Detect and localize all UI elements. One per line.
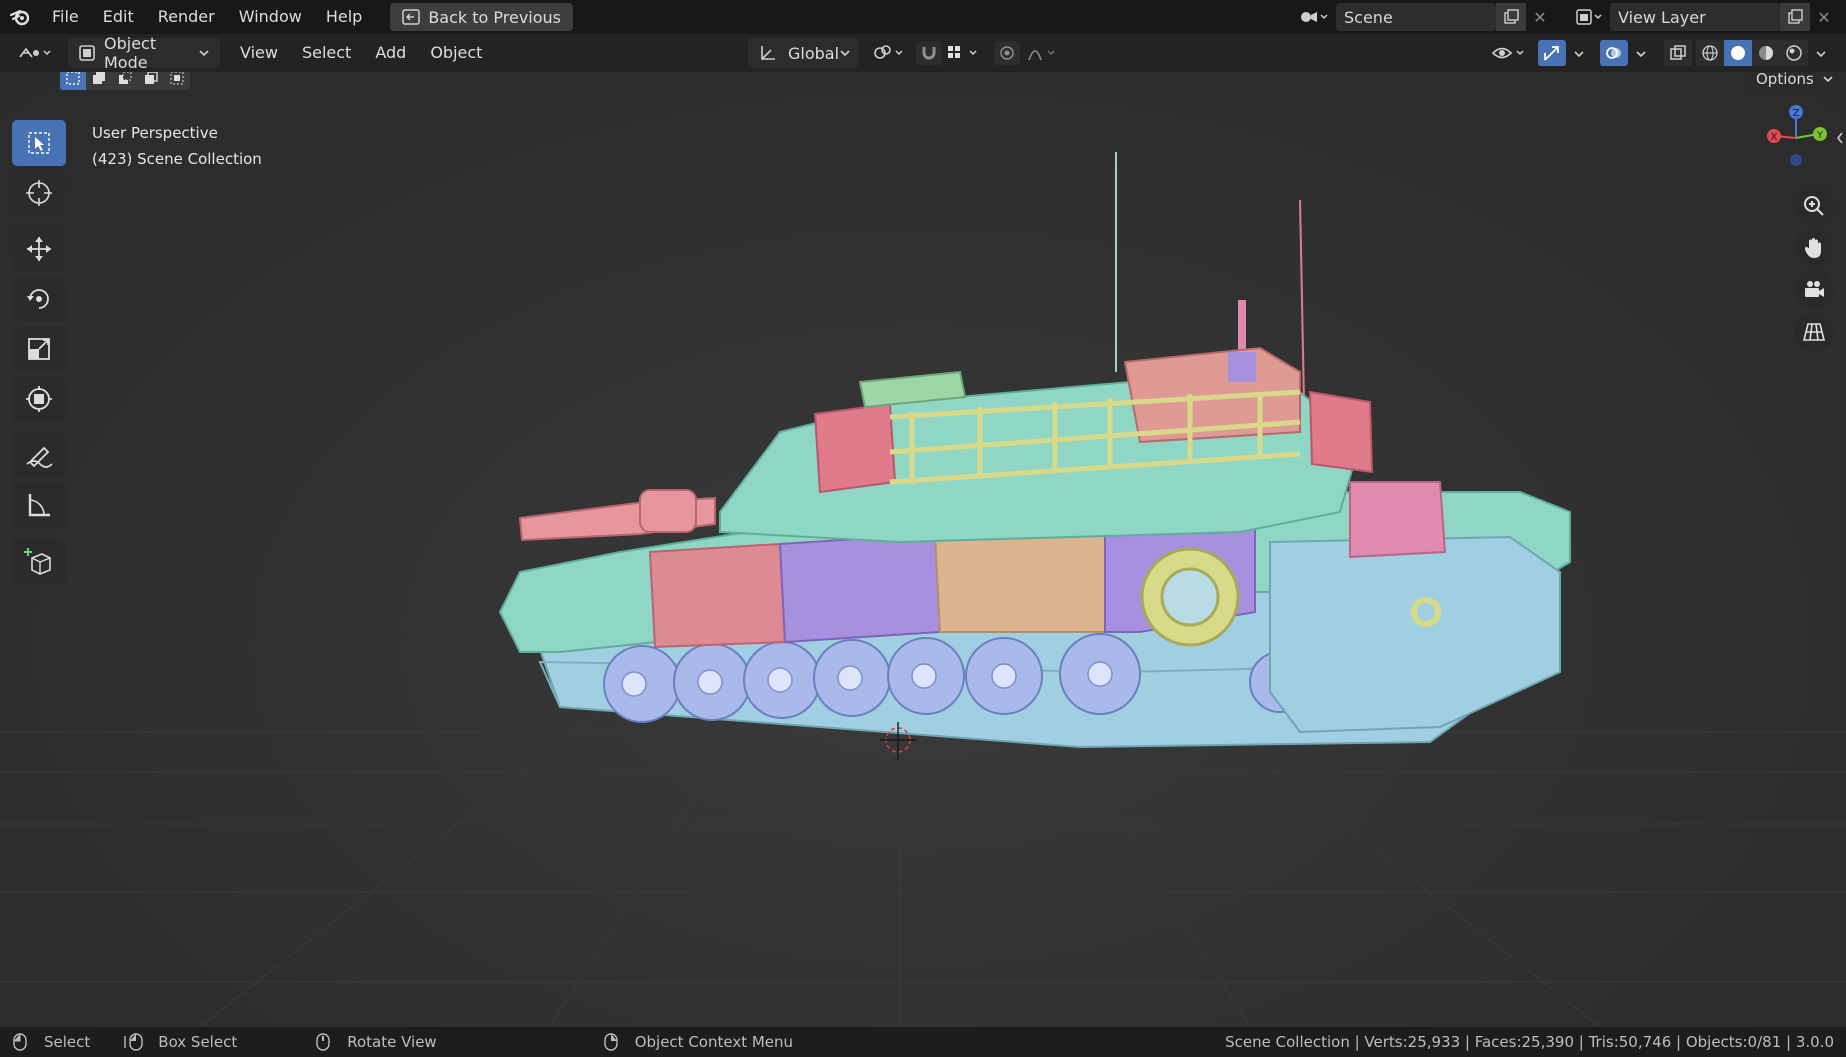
view-layer-field[interactable]: View Layer — [1610, 3, 1780, 31]
back-icon — [402, 9, 421, 25]
chevron-down-icon — [198, 48, 210, 58]
overlays-toggle-icon[interactable] — [1600, 40, 1628, 66]
shading-modes — [1696, 40, 1808, 66]
view-layer-name: View Layer — [1618, 7, 1706, 27]
mouse-left-icon — [12, 1032, 28, 1052]
chevron-down-icon — [839, 48, 851, 58]
status-box-select: Box Select — [158, 1033, 238, 1051]
status-rotate-view: Rotate View — [347, 1033, 437, 1051]
gizmo-toggle-icon[interactable] — [1538, 40, 1566, 66]
chevron-down-icon[interactable] — [1630, 46, 1652, 62]
orientation-label: Global — [788, 43, 840, 63]
mouse-middle-icon — [315, 1032, 331, 1052]
scene-selector[interactable]: Scene ✕ — [1292, 3, 1554, 31]
snap-increment-icon[interactable] — [944, 41, 988, 65]
scene-name: Scene — [1344, 7, 1393, 27]
scene-icon[interactable] — [1292, 8, 1336, 26]
menu-edit[interactable]: Edit — [91, 0, 146, 34]
close-view-layer-icon[interactable]: ✕ — [1810, 3, 1838, 31]
new-scene-icon[interactable] — [1496, 3, 1526, 31]
tank-model[interactable] — [0, 72, 1846, 1027]
visibility-icon[interactable] — [1490, 42, 1530, 64]
new-view-layer-icon[interactable] — [1780, 3, 1810, 31]
transform-orientation-dropdown[interactable]: Global — [748, 38, 858, 68]
menu-file[interactable]: File — [40, 0, 91, 34]
status-select: Select — [44, 1033, 91, 1051]
object-mode-label: Object Mode — [104, 34, 157, 72]
editor-type-icon[interactable] — [10, 38, 62, 68]
menu-add[interactable]: Add — [363, 36, 418, 70]
status-context-menu: Object Context Menu — [634, 1033, 794, 1051]
xray-toggle-icon[interactable] — [1664, 40, 1692, 66]
viewport-header: Object Mode View Select Add Object Globa… — [0, 34, 1846, 72]
menu-help[interactable]: Help — [314, 0, 374, 34]
scene-statistics: Scene Collection | Verts:25,933 | Faces:… — [1225, 1033, 1834, 1051]
orientation-icon — [758, 44, 778, 62]
object-mode-dropdown[interactable]: Object Mode — [68, 34, 220, 72]
menu-window[interactable]: Window — [227, 0, 314, 34]
blender-window: File Edit Render Window Help Back to Pre… — [0, 0, 1846, 1057]
wireframe-shading-icon[interactable] — [1696, 40, 1724, 66]
mouse-right-icon — [603, 1032, 619, 1052]
material-shading-icon[interactable] — [1752, 40, 1780, 66]
view-layer-selector[interactable]: View Layer ✕ — [1570, 3, 1840, 31]
menu-object[interactable]: Object — [418, 36, 494, 70]
pivot-point-icon[interactable] — [870, 42, 910, 64]
chevron-down-icon[interactable] — [1810, 46, 1832, 62]
status-bar: Select Box Select Rotate View Object Con… — [0, 1027, 1846, 1057]
3d-viewport[interactable]: Options User Perspective (423) Scene Col… — [0, 72, 1846, 1027]
proportional-editing-icon[interactable] — [994, 41, 1020, 65]
back-label: Back to Previous — [428, 7, 562, 27]
close-scene-icon[interactable]: ✕ — [1526, 3, 1554, 31]
blender-logo-icon[interactable] — [0, 0, 40, 34]
solid-shading-icon[interactable] — [1724, 40, 1752, 66]
menu-render[interactable]: Render — [146, 0, 227, 34]
menu-view[interactable]: View — [228, 36, 290, 70]
top-bar: File Edit Render Window Help Back to Pre… — [0, 0, 1846, 34]
view-layer-icon[interactable] — [1570, 8, 1610, 26]
falloff-icon[interactable] — [1024, 41, 1064, 65]
rendered-shading-icon[interactable] — [1780, 40, 1808, 66]
mouse-drag-icon — [124, 1032, 146, 1052]
chevron-down-icon[interactable] — [1568, 46, 1590, 62]
menu-select[interactable]: Select — [290, 36, 363, 70]
object-mode-icon — [78, 44, 96, 62]
scene-field[interactable]: Scene — [1336, 3, 1496, 31]
snap-toggle-icon[interactable] — [916, 41, 942, 65]
back-to-previous-button[interactable]: Back to Previous — [390, 3, 574, 31]
